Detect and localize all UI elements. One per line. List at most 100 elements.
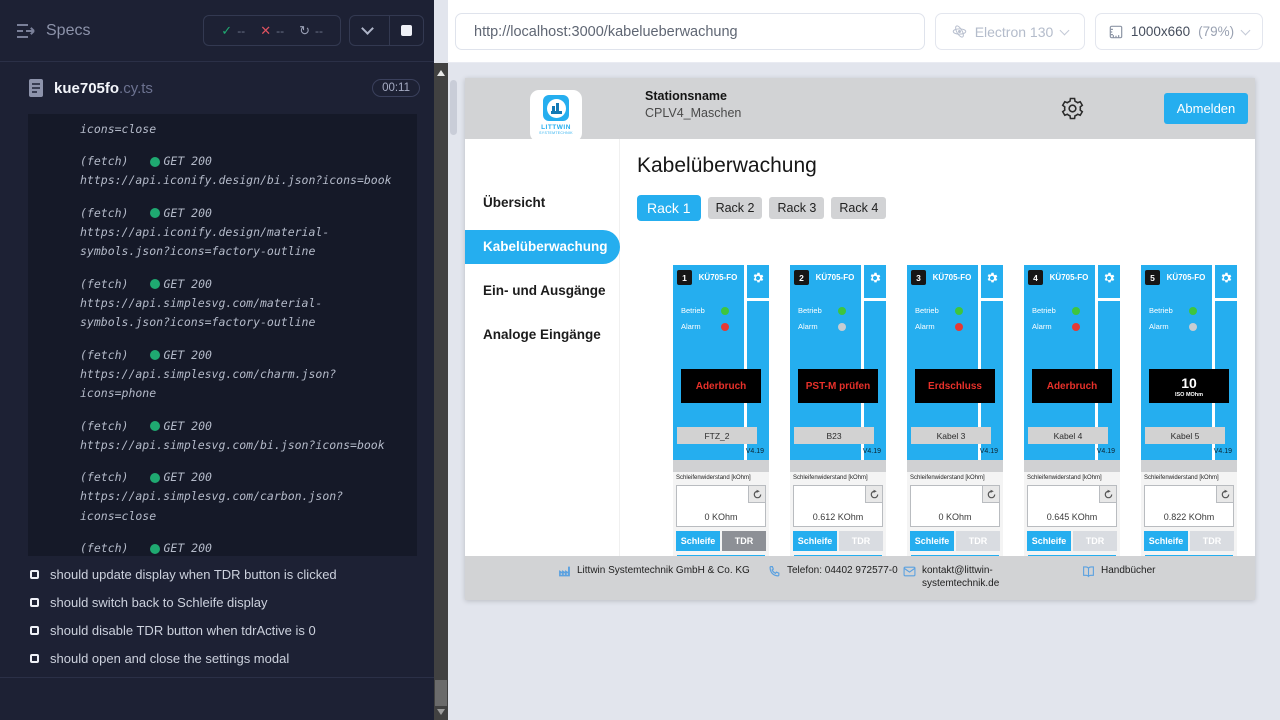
refresh-icon[interactable] — [748, 486, 765, 503]
status-dot-icon — [150, 157, 160, 167]
log-url: https://api.iconify.design/bi.json?icons… — [80, 171, 410, 191]
device-cards: 1 KÜ705-FO Betrieb Alarm Aderbruch FTZ_2… — [673, 265, 1237, 565]
divider — [1098, 298, 1120, 301]
logout-button[interactable]: Abmelden — [1164, 93, 1248, 124]
divider — [0, 677, 434, 678]
firmware-version: V4.19 — [746, 448, 764, 455]
alarm-led-icon — [1072, 323, 1080, 331]
ruler-icon — [1109, 25, 1123, 39]
resistance-value: 0.822 KOhm — [1145, 512, 1233, 522]
preview-scrollbar-thumb[interactable] — [450, 80, 457, 135]
test-item[interactable]: should open and close the settings modal — [0, 644, 434, 672]
betrieb-led-icon — [955, 307, 963, 315]
refresh-icon[interactable] — [1099, 486, 1116, 503]
collapse-chevron-button[interactable] — [350, 15, 384, 46]
test-item[interactable]: should disable TDR button when tdrActive… — [0, 616, 434, 644]
schleife-button[interactable]: Schleife — [1144, 531, 1188, 551]
phone-icon — [768, 565, 781, 578]
spec-file-name: kue705fo.cy.ts — [54, 80, 153, 97]
viewport-select[interactable]: 1000x660 (79%) — [1095, 13, 1263, 50]
rack-tabs: Rack 1 Rack 2 Rack 3 Rack 4 — [637, 195, 886, 221]
sidebar-item[interactable]: Ein- und Ausgänge — [465, 274, 620, 308]
device-card: 5 KÜ705-FO Betrieb Alarm 10 ISO MOhm Kab… — [1141, 265, 1237, 565]
tdr-button[interactable]: TDR — [1190, 531, 1234, 551]
tdr-button[interactable]: TDR — [956, 531, 1000, 551]
sidebar-item[interactable]: Kabelüberwachung — [465, 230, 620, 264]
betrieb-indicator: Betrieb — [915, 306, 963, 315]
refresh-icon[interactable] — [865, 486, 882, 503]
resistance-label: Schleifenwiderstand [kOhm] — [1141, 472, 1237, 481]
alarm-indicator: Alarm — [681, 322, 729, 331]
stat-failed: ✕ -- — [260, 23, 284, 39]
value-display: 0 KOhm — [676, 485, 766, 527]
betrieb-led-icon — [721, 307, 729, 315]
resistance-value: 0.612 KOhm — [794, 512, 882, 522]
sidebar-item[interactable]: Analoge Eingänge — [465, 318, 620, 352]
tdr-button[interactable]: TDR — [722, 531, 766, 551]
status-dot-icon — [150, 421, 160, 431]
log-entry[interactable]: (fetch) GET 200 https://api.simplesvg.co… — [28, 275, 417, 333]
log-entry[interactable]: (fetch) GET 200 https://api.simplesvg.co… — [28, 539, 417, 556]
rack-tab[interactable]: Rack 1 — [637, 195, 701, 221]
tdr-button[interactable]: TDR — [1073, 531, 1117, 551]
status-dot-icon — [150, 473, 160, 483]
log-status: GET 200 — [163, 468, 211, 487]
specs-title: Specs — [46, 22, 90, 40]
card-settings-gear-icon[interactable] — [1102, 271, 1116, 285]
scroll-down-arrow-icon[interactable] — [437, 709, 445, 715]
sidebar-item[interactable]: Übersicht — [465, 186, 620, 220]
specs-list-icon[interactable] — [16, 23, 36, 39]
card-settings-gear-icon[interactable] — [1219, 271, 1233, 285]
firmware-version: V4.19 — [1097, 448, 1115, 455]
alarm-led-icon — [838, 323, 846, 331]
betrieb-indicator: Betrieb — [681, 306, 729, 315]
rack-tab[interactable]: Rack 2 — [708, 197, 763, 219]
schleife-button[interactable]: Schleife — [1027, 531, 1071, 551]
card-settings-gear-icon[interactable] — [985, 271, 999, 285]
refresh-icon[interactable] — [982, 486, 999, 503]
runner-scrollbar[interactable] — [434, 63, 448, 720]
stop-tests-button[interactable] — [389, 15, 423, 46]
betrieb-indicator: Betrieb — [798, 306, 846, 315]
log-entry[interactable]: (fetch) GET 200 https://api.simplesvg.co… — [28, 417, 417, 456]
viewport-zoom: (79%) — [1198, 24, 1234, 39]
scrollbar-thumb[interactable] — [435, 680, 447, 706]
log-entry[interactable]: (fetch) GET 200 https://api.simplesvg.co… — [28, 346, 417, 404]
status-display: Erdschluss — [915, 369, 995, 403]
card-settings-gear-icon[interactable] — [751, 271, 765, 285]
log-entry[interactable]: (fetch) GET 200 https://api.simplesvg.co… — [28, 468, 417, 526]
test-title: should disable TDR button when tdrActive… — [50, 623, 316, 638]
littwin-logo: LITTWIN SYSTEMTECHNIK — [530, 90, 582, 142]
url-input[interactable]: http://localhost:3000/kabelueberwachung — [455, 13, 925, 50]
factory-icon — [558, 565, 571, 578]
footer-phone: Telefon: 04402 972577-0 — [768, 564, 898, 578]
spec-file-row[interactable]: kue705fo.cy.ts 00:11 — [0, 62, 434, 114]
alarm-indicator: Alarm — [1149, 322, 1197, 331]
divider — [1024, 460, 1120, 472]
log-entry[interactable]: (fetch) GET 200 https://api.iconify.desi… — [28, 204, 417, 262]
card-settings-gear-icon[interactable] — [868, 271, 882, 285]
refresh-icon[interactable] — [1216, 486, 1233, 503]
test-item[interactable]: should update display when TDR button is… — [0, 560, 434, 588]
divider — [790, 460, 886, 472]
book-icon — [1082, 565, 1095, 578]
test-checkbox-icon — [30, 626, 39, 635]
divider — [981, 298, 1003, 301]
log-source: (fetch) — [80, 468, 128, 487]
rack-tab[interactable]: Rack 4 — [831, 197, 886, 219]
log-entry[interactable]: (fetch) GET 200 https://api.iconify.desi… — [28, 152, 417, 191]
cable-name-label: B23 — [794, 427, 874, 444]
log-source: (fetch) — [80, 275, 128, 294]
footer-manuals[interactable]: Handbücher — [1082, 564, 1155, 578]
schleife-button[interactable]: Schleife — [676, 531, 720, 551]
tdr-button[interactable]: TDR — [839, 531, 883, 551]
schleife-button[interactable]: Schleife — [793, 531, 837, 551]
schleife-button[interactable]: Schleife — [910, 531, 954, 551]
scroll-up-arrow-icon[interactable] — [437, 70, 445, 76]
browser-select[interactable]: Electron 130 — [935, 13, 1085, 50]
rack-tab[interactable]: Rack 3 — [769, 197, 824, 219]
test-item[interactable]: should switch back to Schleife display — [0, 588, 434, 616]
status-display: PST-M prüfen — [798, 369, 878, 403]
settings-gear-icon[interactable] — [1060, 96, 1085, 121]
status-display: 10 ISO MOhm — [1149, 369, 1229, 403]
